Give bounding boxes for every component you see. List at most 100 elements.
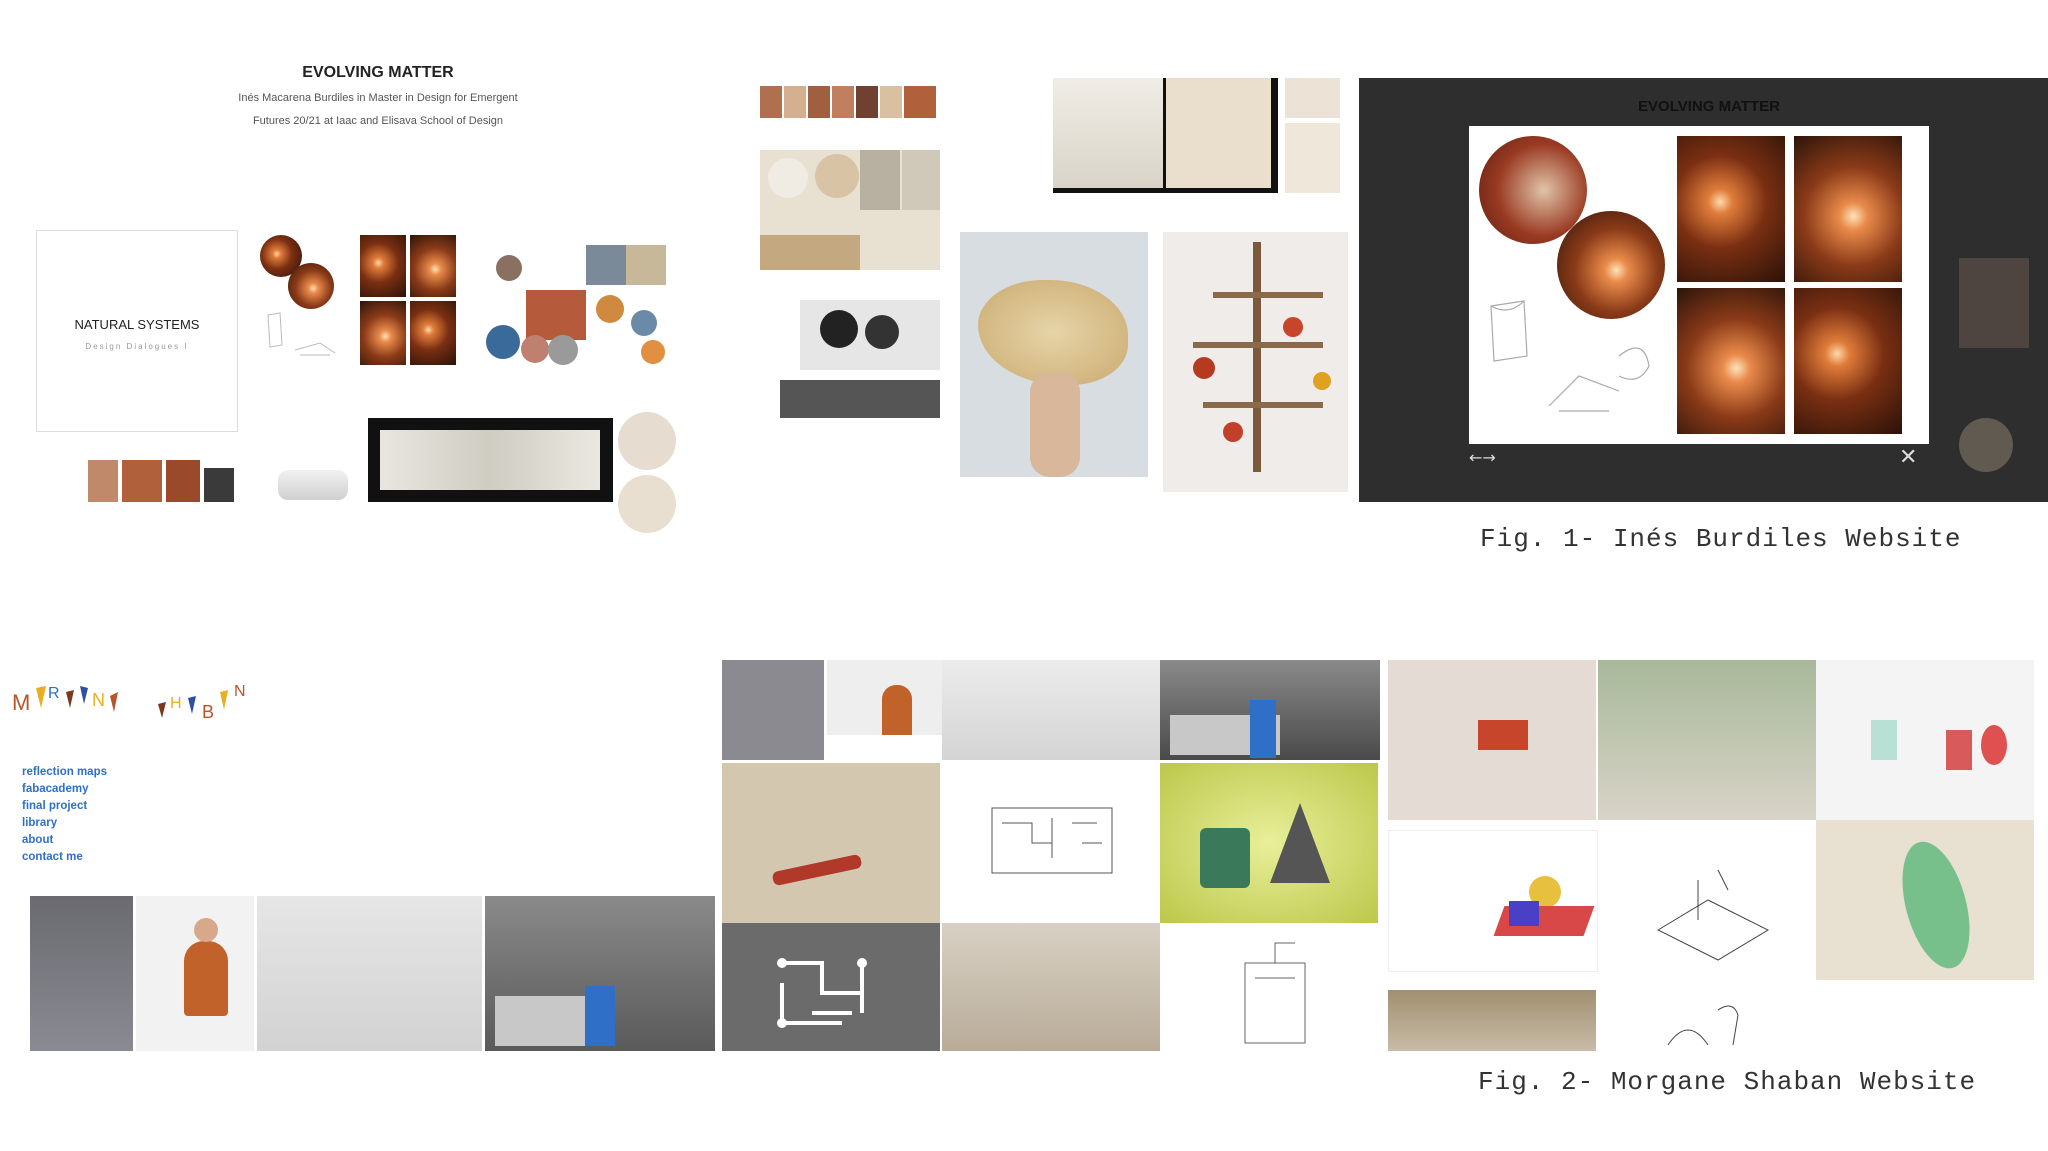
thumbnail-materials-collage[interactable] bbox=[486, 235, 686, 375]
gallery-image-construction[interactable] bbox=[1163, 232, 1348, 492]
grid-image-presenter[interactable] bbox=[827, 660, 942, 735]
material-photo bbox=[618, 475, 676, 533]
panel-project-grid bbox=[1388, 660, 2036, 1051]
material-photo bbox=[631, 310, 657, 336]
site-title[interactable]: EVOLVING MATTER bbox=[208, 64, 548, 82]
material-photo bbox=[521, 335, 549, 363]
gallery-collage-1[interactable] bbox=[760, 150, 940, 270]
home-image-strip bbox=[30, 896, 718, 1051]
svg-text:N: N bbox=[92, 690, 105, 710]
grid-image-paper[interactable] bbox=[1388, 990, 1596, 1051]
lightbox-nav-arrows[interactable]: ←→ bbox=[1469, 448, 1496, 467]
gallery-image-hand[interactable] bbox=[960, 232, 1148, 477]
logo-letter: M bbox=[12, 690, 30, 715]
nav-link-final-project[interactable]: final project bbox=[22, 798, 107, 815]
grid-image-sketch-setup[interactable] bbox=[1598, 820, 1816, 980]
nav-link-library[interactable]: library bbox=[22, 815, 107, 832]
grid-image-vase[interactable] bbox=[942, 660, 1160, 760]
site-logo[interactable]: M R N H B N bbox=[8, 668, 278, 728]
lightbox-close-button[interactable]: ✕ bbox=[1899, 445, 1917, 470]
schematic-drawing bbox=[991, 807, 1113, 874]
figure-1-screenshot: EVOLVING MATTER Inés Macarena Burdiles i… bbox=[0, 0, 2048, 533]
gallery-image-small[interactable] bbox=[1285, 123, 1340, 193]
nav-link-contact-me[interactable]: contact me bbox=[22, 849, 107, 866]
nav-link-fabacademy[interactable]: fabacademy bbox=[22, 781, 107, 798]
thumbnail-presenter[interactable] bbox=[136, 896, 254, 1051]
grid-image-cnc[interactable] bbox=[1160, 660, 1380, 760]
thumbnail-bottom-strip[interactable] bbox=[88, 460, 248, 502]
grid-image-machine-drawing[interactable] bbox=[1160, 923, 1378, 1051]
figure-sketch bbox=[1667, 1005, 1739, 1046]
lamp-photo bbox=[1794, 136, 1902, 282]
thumbnail-cnc-machine[interactable] bbox=[485, 896, 715, 1051]
grid-image-sketch-figure[interactable] bbox=[1598, 990, 1816, 1051]
panel-fabacademy-grid bbox=[722, 660, 1380, 1051]
panel-gallery bbox=[755, 75, 1355, 505]
lamp-photo bbox=[1677, 288, 1785, 434]
card-title: NATURAL SYSTEMS bbox=[74, 317, 200, 332]
lamp-photo bbox=[410, 235, 456, 297]
main-navigation: reflection maps fabacademy final project… bbox=[22, 764, 107, 866]
render-vessel bbox=[278, 470, 348, 500]
grid-image-workshop[interactable] bbox=[942, 923, 1160, 1051]
grid-image-3d-render[interactable] bbox=[1160, 763, 1378, 923]
svg-text:N: N bbox=[234, 683, 246, 700]
material-photo bbox=[586, 245, 626, 285]
lightbox-image[interactable] bbox=[1469, 126, 1929, 444]
background-thumbnail bbox=[1959, 258, 2029, 348]
material-photo bbox=[548, 335, 578, 365]
sketch-drawing bbox=[267, 312, 336, 356]
gallery-collage-2[interactable] bbox=[760, 300, 940, 420]
svg-text:H: H bbox=[170, 695, 182, 712]
thumbnail-video-call[interactable] bbox=[30, 896, 133, 1051]
material-photo bbox=[618, 412, 676, 470]
lamp-photo bbox=[360, 235, 406, 297]
panel-home-morgane: M R N H B N reflection maps fabacademy f… bbox=[8, 660, 715, 1051]
lamp-photo bbox=[1677, 136, 1785, 282]
thumbnail-trays[interactable] bbox=[368, 418, 613, 502]
figure-2-screenshot: M R N H B N reflection maps fabacademy f… bbox=[0, 655, 2048, 1051]
setup-sketch bbox=[1656, 869, 1770, 961]
gallery-image-small[interactable] bbox=[1285, 78, 1340, 118]
grid-image-hand-board[interactable] bbox=[1388, 660, 1596, 820]
sketch-drawing bbox=[1490, 300, 1650, 412]
svg-text:B: B bbox=[202, 702, 214, 722]
card-subtitle: Design Dialogues I bbox=[85, 342, 189, 351]
material-photo bbox=[526, 290, 586, 340]
thumbnail-vase[interactable] bbox=[257, 896, 482, 1051]
lamp-photo bbox=[288, 263, 334, 309]
grid-image-code-render[interactable] bbox=[1388, 830, 1598, 972]
material-photo bbox=[596, 295, 624, 323]
lamp-photo bbox=[1794, 288, 1902, 434]
material-photo bbox=[626, 245, 666, 285]
grid-image-leds[interactable] bbox=[1816, 660, 2034, 820]
panel-homepage: EVOLVING MATTER Inés Macarena Burdiles i… bbox=[8, 50, 708, 533]
lightbox-site-title: EVOLVING MATTER bbox=[1638, 98, 1780, 115]
grid-image-video-call[interactable] bbox=[722, 660, 824, 760]
figure-1-caption: Fig. 1- Inés Burdiles Website bbox=[1480, 524, 1962, 554]
grid-image-bioplastic[interactable] bbox=[1816, 820, 2034, 980]
lamp-photo bbox=[360, 301, 406, 365]
grid-image-soldering[interactable] bbox=[722, 763, 940, 923]
material-photo bbox=[641, 340, 665, 364]
lamp-photo bbox=[410, 301, 456, 365]
grid-image-lab-bench[interactable] bbox=[1598, 660, 1816, 820]
gallery-image-trays[interactable] bbox=[1053, 78, 1278, 193]
gallery-strip-top[interactable] bbox=[760, 78, 940, 118]
machine-drawing bbox=[1244, 942, 1306, 1044]
figure-2-caption: Fig. 2- Morgane Shaban Website bbox=[1478, 1067, 1977, 1097]
background-thumbnail bbox=[1959, 418, 2013, 472]
material-photo bbox=[486, 325, 520, 359]
svg-text:R: R bbox=[48, 685, 60, 702]
panel-lightbox: EVOLVING MATTER ←→ ✕ bbox=[1359, 78, 2048, 502]
site-subtitle-line2: Futures 20/21 at Iaac and Elisava School… bbox=[252, 115, 504, 127]
nav-link-reflection-maps[interactable]: reflection maps bbox=[22, 764, 107, 781]
grid-image-pcb-traces[interactable] bbox=[722, 923, 940, 1051]
thumbnail-lamp-collage[interactable] bbox=[260, 235, 465, 375]
pcb-traces-drawing bbox=[777, 958, 867, 1028]
project-card-natural-systems[interactable]: NATURAL SYSTEMS Design Dialogues I bbox=[36, 230, 238, 432]
material-photo bbox=[496, 255, 522, 281]
grid-image-schematic[interactable] bbox=[942, 763, 1160, 923]
nav-link-about[interactable]: about bbox=[22, 832, 107, 849]
site-subtitle-line1: Inés Macarena Burdiles in Master in Desi… bbox=[238, 92, 518, 104]
